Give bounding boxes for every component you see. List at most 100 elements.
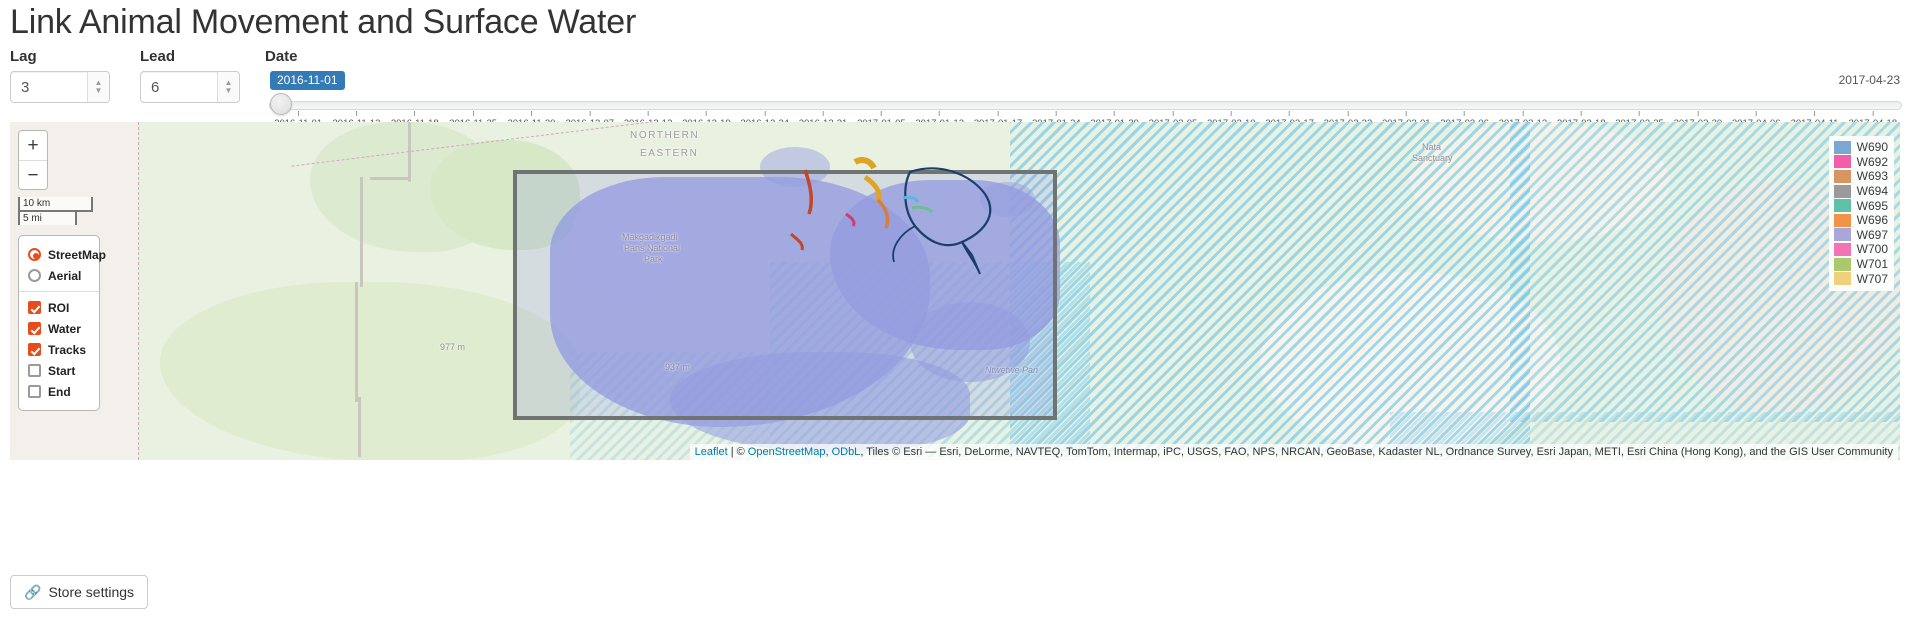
date-tick-mark <box>1814 111 1816 116</box>
overlay-option-label: End <box>48 384 71 399</box>
date-tick-mark <box>1755 111 1757 116</box>
basemap-option-label: Aerial <box>48 268 82 283</box>
page-title: Link Animal Movement and Surface Water <box>10 3 637 41</box>
scale-bar: 10 km 5 mi <box>18 197 93 225</box>
date-tick-mark <box>939 111 941 116</box>
date-tick-mark <box>880 111 882 116</box>
date-slider-max-label: 2017-04-23 <box>1838 73 1900 87</box>
legend-label: W690 <box>1856 140 1888 155</box>
date-tick-mark <box>1172 111 1174 116</box>
basemap-option-aerial[interactable]: Aerial <box>28 265 87 286</box>
legend-swatch <box>1833 199 1851 213</box>
checkbox-icon[interactable] <box>28 385 41 398</box>
overlay-option-start[interactable]: Start <box>28 360 87 381</box>
checkbox-icon[interactable] <box>28 364 41 377</box>
lead-spinner-arrows-icon[interactable]: ▲ ▼ <box>217 72 239 102</box>
leaflet-link[interactable]: Leaflet <box>695 446 728 458</box>
legend-entry: W701 <box>1833 257 1888 272</box>
checkbox-icon[interactable] <box>28 322 41 335</box>
date-tick-mark <box>1522 111 1524 116</box>
legend-label: W707 <box>1856 271 1888 286</box>
date-tick-mark <box>472 111 474 116</box>
legend-swatch <box>1833 169 1851 183</box>
basemap-radio-group[interactable]: StreetMap Aerial <box>28 244 106 286</box>
legend-swatch <box>1833 257 1851 271</box>
legend-entry: W690 <box>1833 140 1888 155</box>
date-tick-mark <box>1230 111 1232 116</box>
map-canvas[interactable]: NORTHERN EASTERN Makgadikgadi Pans Natio… <box>10 122 1900 460</box>
basemap-option-label: StreetMap <box>48 247 107 262</box>
legend-label: W692 <box>1856 154 1888 169</box>
store-settings-label: Store settings <box>48 584 135 600</box>
date-label: Date <box>265 48 298 65</box>
legend-label: W693 <box>1856 169 1888 184</box>
basemap-option-streetmap[interactable]: StreetMap <box>28 244 106 265</box>
store-settings-button[interactable]: 🔗 Store settings <box>10 575 149 609</box>
date-tick-mark <box>1639 111 1641 116</box>
layers-control[interactable]: StreetMap Aerial ROI Water Tracks Start End <box>18 235 106 411</box>
date-tick-mark <box>1114 111 1116 116</box>
legend-entry: W695 <box>1833 198 1888 213</box>
app-root: Link Animal Movement and Surface Water L… <box>0 0 1910 619</box>
date-slider-track[interactable] <box>269 101 1902 110</box>
legend-entry: W700 <box>1833 242 1888 257</box>
lead-stepper[interactable]: ▲▼ <box>140 71 240 103</box>
lead-control-group: Lead ▲▼ <box>140 48 240 103</box>
controls-bar: Lag ▲▼ Lead ▲▼ Date 2016-11-01 2017-04-2… <box>0 48 1910 129</box>
overlay-option-label: ROI <box>48 300 70 315</box>
date-tick-mark <box>1289 111 1291 116</box>
zoom-out-button[interactable]: − <box>19 160 47 189</box>
map-attribution: Leaflet | © OpenStreetMap, ODbL, Tiles ©… <box>689 444 1898 460</box>
legend-entry: W707 <box>1833 271 1888 286</box>
date-tick-mark <box>997 111 999 116</box>
date-tick-mark <box>1405 111 1407 116</box>
date-tick-mark <box>530 111 532 116</box>
lag-stepper[interactable]: ▲▼ <box>10 71 110 103</box>
checkbox-icon[interactable] <box>28 343 41 356</box>
overlay-option-tracks[interactable]: Tracks <box>28 339 87 360</box>
legend-entry: W696 <box>1833 213 1888 228</box>
overlay-option-label: Water <box>48 321 81 336</box>
checkbox-icon[interactable] <box>28 301 41 314</box>
date-tick-mark <box>1872 111 1874 116</box>
date-tick-mark <box>1580 111 1582 116</box>
radio-icon[interactable] <box>28 248 41 261</box>
date-slider-value-bubble: 2016-11-01 <box>270 71 345 90</box>
lag-control-group: Lag ▲▼ <box>10 48 110 103</box>
legend-label: W694 <box>1856 184 1888 199</box>
legend-label: W700 <box>1856 242 1888 257</box>
lead-label: Lead <box>140 48 176 65</box>
date-tick-mark <box>647 111 649 116</box>
odbl-link[interactable]: ODbL <box>832 446 861 458</box>
legend-swatch <box>1833 213 1851 227</box>
overlay-checkbox-group[interactable]: ROI Water Tracks Start End <box>28 297 87 402</box>
legend-swatch <box>1833 228 1851 242</box>
legend-label: W696 <box>1856 213 1888 228</box>
overlay-option-label: Start <box>48 363 76 378</box>
overlay-option-label: Tracks <box>48 342 87 357</box>
legend-swatch <box>1833 140 1851 154</box>
legend-entry: W694 <box>1833 184 1888 199</box>
openstreetmap-link[interactable]: OpenStreetMap <box>748 446 826 458</box>
attribution-separator: | © <box>727 446 748 458</box>
overlay-option-end[interactable]: End <box>28 381 87 402</box>
legend-label: W697 <box>1856 227 1888 242</box>
date-tick-mark <box>822 111 824 116</box>
legend-label: W701 <box>1856 257 1888 272</box>
lag-spinner-arrows-icon[interactable]: ▲ ▼ <box>87 72 109 102</box>
overlay-option-roi[interactable]: ROI <box>28 297 87 318</box>
legend-label: W695 <box>1856 198 1888 213</box>
zoom-in-button[interactable]: + <box>19 131 47 160</box>
date-tick-mark <box>589 111 591 116</box>
radio-icon[interactable] <box>28 269 41 282</box>
attribution-rest: , Tiles © Esri — Esri, DeLorme, NAVTEQ, … <box>860 446 1893 458</box>
overlay-option-water[interactable]: Water <box>28 318 87 339</box>
date-tick-mark <box>1464 111 1466 116</box>
legend-entry: W692 <box>1833 154 1888 170</box>
zoom-controls[interactable]: + − <box>18 130 48 190</box>
date-slider[interactable]: 2016-11-01 2017-04-23 2016-11-012016-11-… <box>265 71 1902 129</box>
date-tick-mark <box>1697 111 1699 116</box>
legend-entry: W697 <box>1833 227 1888 243</box>
layers-divider <box>19 291 99 292</box>
date-tick-mark <box>705 111 707 116</box>
